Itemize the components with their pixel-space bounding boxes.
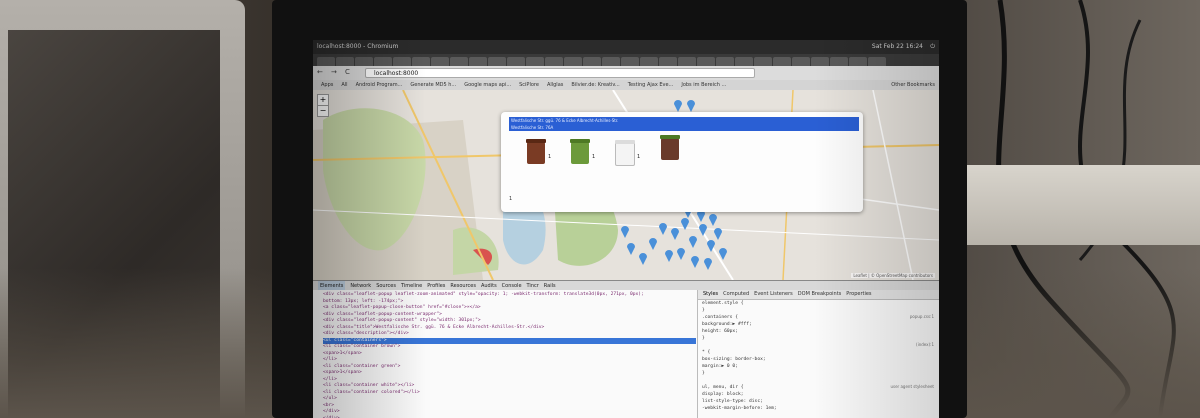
browser-tab[interactable]: [754, 57, 772, 66]
browser-tab[interactable]: [792, 57, 810, 66]
styles-tab[interactable]: Computed: [723, 290, 749, 299]
browser-tab[interactable]: [697, 57, 715, 66]
zoom-out-button[interactable]: −: [317, 105, 329, 117]
css-rule-line: box-sizing: border-box;: [702, 357, 766, 362]
browser-tab[interactable]: [868, 57, 886, 66]
css-rule-line: element.style {: [702, 301, 744, 306]
browser-tab[interactable]: [659, 57, 677, 66]
bookmark-item[interactable]: Bilvier.de: Kreativ...: [571, 80, 619, 90]
browser-tab[interactable]: [393, 57, 411, 66]
bookmark-item[interactable]: Testing Ajax Eve...: [628, 80, 674, 90]
address-bar[interactable]: localhost:8000: [365, 68, 755, 78]
bookmark-item[interactable]: Google maps api...: [464, 80, 511, 90]
css-rule-line: background:▶ #fff;: [702, 322, 752, 327]
map-popup: Westfalische Str. ggü. 76 & Ecke Albrech…: [501, 112, 863, 212]
browser-tab[interactable]: [830, 57, 848, 66]
css-rule-line: * {: [702, 350, 711, 355]
style-source-popup-css[interactable]: popup.css:1: [910, 313, 934, 320]
browser-tab[interactable]: [507, 57, 525, 66]
back-button[interactable]: ←: [317, 68, 323, 76]
css-rule-line: [698, 342, 939, 349]
browser-tab[interactable]: [621, 57, 639, 66]
forward-button[interactable]: →: [331, 68, 337, 76]
browser-tab-strip: [313, 54, 939, 66]
green-bin-count: 1: [592, 154, 596, 160]
style-source-index[interactable]: (index):1: [916, 341, 934, 348]
window-title: localhost:8000 - Chromium: [317, 43, 399, 50]
brown-bin-icon: [526, 139, 546, 164]
browser-tab[interactable]: [488, 57, 506, 66]
brown-bin-count: 1: [548, 154, 552, 160]
styles-tab[interactable]: Styles: [703, 290, 718, 299]
browser-tab[interactable]: [431, 57, 449, 66]
bookmark-item[interactable]: SciPlore: [519, 80, 539, 90]
browser-tab[interactable]: [602, 57, 620, 66]
browser-tab[interactable]: [564, 57, 582, 66]
devtools-panel: <div class="leaflet-popup leaflet-zoom-a…: [313, 290, 939, 418]
bookmark-item[interactable]: Apps: [321, 80, 333, 90]
browser-tab[interactable]: [355, 57, 373, 66]
css-rule-line: height: 60px;: [702, 329, 738, 334]
bookmark-item[interactable]: All: [341, 80, 347, 90]
popup-header: Westfalische Str. ggü. 76 & Ecke Albrech…: [509, 117, 859, 131]
browser-tab[interactable]: [317, 57, 335, 66]
leaflet-map[interactable]: + − Westfalische Str. ggü. 76 & Ecke Alb…: [313, 90, 939, 280]
styles-tab[interactable]: DOM Breakpoints: [798, 290, 841, 299]
browser-tab[interactable]: [583, 57, 601, 66]
other-bookmarks-button[interactable]: Other Bookmarks: [891, 80, 935, 90]
monitor-screen: localhost:8000 - Chromium Sat Feb 22 16:…: [313, 40, 939, 418]
browser-tab[interactable]: [469, 57, 487, 66]
browser-tab[interactable]: [374, 57, 392, 66]
styles-tab-bar: Styles Computed Event Listeners DOM Breakpo…: [698, 290, 939, 300]
css-rule-line: }: [702, 371, 705, 376]
reload-button[interactable]: C: [345, 68, 350, 76]
browser-tab[interactable]: [450, 57, 468, 66]
css-rule-line: list-style-type: disc;: [702, 399, 763, 404]
styles-tab[interactable]: Properties: [846, 290, 871, 299]
browser-tab[interactable]: [773, 57, 791, 66]
popup-note: 1: [509, 196, 513, 202]
browser-tab[interactable]: [811, 57, 829, 66]
css-rule-line: }: [702, 336, 705, 341]
css-rule-line: -webkit-margin-before: 1em;: [702, 406, 777, 411]
bookmarks-bar: Apps All Android Program... Generate MD5 h.…: [313, 80, 939, 90]
bookmark-item[interactable]: Android Program...: [356, 80, 403, 90]
window-titlebar: localhost:8000 - Chromium Sat Feb 22 16:…: [313, 40, 939, 54]
popup-subtitle: Westfalische Str. 76A: [511, 125, 554, 130]
browser-tab[interactable]: [716, 57, 734, 66]
system-clock: Sat Feb 22 16:24: [871, 43, 923, 50]
power-icon[interactable]: ⏻: [930, 40, 935, 54]
bookmark-item[interactable]: Allglas: [547, 80, 563, 90]
photo-scene: localhost:8000 - Chromium Sat Feb 22 16:…: [0, 0, 1200, 418]
white-bin-icon: [615, 140, 635, 166]
white-bin-count: 1: [637, 154, 641, 160]
browser-tab[interactable]: [678, 57, 696, 66]
styles-rules: element.style {} .containers { background…: [698, 300, 939, 412]
browser-tab[interactable]: [336, 57, 354, 66]
css-rule-line: margin:▶ 0 0;: [702, 364, 738, 369]
elements-tree[interactable]: <div class="leaflet-popup leaflet-zoom-a…: [313, 290, 696, 418]
styles-tab[interactable]: Event Listeners: [754, 290, 793, 299]
browser-toolbar: ← → C localhost:8000: [313, 66, 939, 80]
css-rule-line: }: [702, 308, 705, 313]
css-rule-line: display: block;: [702, 392, 744, 397]
browser-tab[interactable]: [735, 57, 753, 66]
style-source-user-agent: user agent stylesheet: [890, 384, 934, 389]
browser-tab[interactable]: [640, 57, 658, 66]
popup-title: Westfalische Str. ggü. 76 & Ecke Albrech…: [511, 118, 619, 123]
css-rule-line: .containers {: [702, 315, 738, 320]
dom-node-line[interactable]: <div class="leaflet-popup leaflet-zoom-a…: [323, 292, 696, 299]
browser-tab[interactable]: [849, 57, 867, 66]
colored-bin-icon: [660, 135, 680, 160]
browser-tab[interactable]: [545, 57, 563, 66]
green-bin-icon: [570, 139, 590, 164]
styles-pane: Styles Computed Event Listeners DOM Breakpo…: [697, 290, 939, 418]
background-device: [960, 165, 1200, 245]
browser-tab[interactable]: [526, 57, 544, 66]
browser-tab[interactable]: [412, 57, 430, 66]
bookmark-item[interactable]: Jobs im Bereich ...: [681, 80, 726, 90]
bookmark-item[interactable]: Generate MD5 h...: [410, 80, 456, 90]
map-attribution[interactable]: Leaflet | © OpenStreetMap contributors: [851, 273, 935, 278]
